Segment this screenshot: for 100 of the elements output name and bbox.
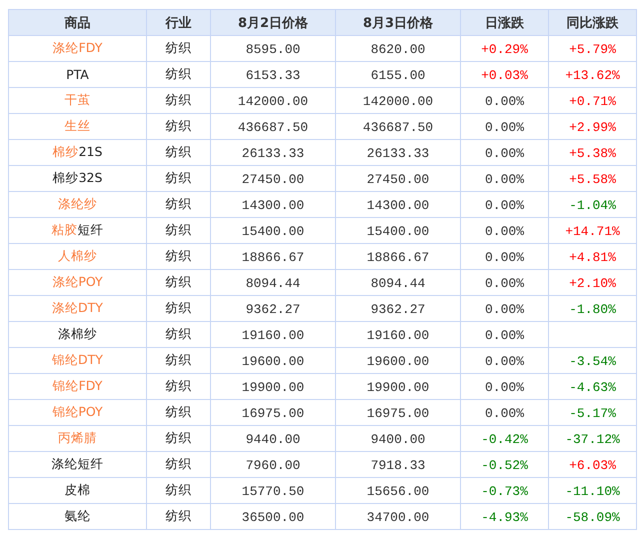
daily-change: 0.00%: [484, 302, 524, 316]
product-link[interactable]: 丙烯腈: [58, 430, 97, 445]
product-link[interactable]: 生丝: [64, 118, 90, 133]
yoy-change: +2.99%: [569, 120, 616, 134]
daily-change: -0.52%: [481, 458, 528, 472]
price-text: 34700.00: [366, 510, 430, 524]
yoy-change: -37.12%: [565, 432, 620, 446]
industry-text: 纺织: [166, 40, 192, 55]
industry-text: 纺织: [166, 456, 192, 471]
yoy-change: -58.09%: [565, 510, 620, 524]
price-text: 142000.00: [238, 94, 308, 108]
daily-change: 0.00%: [484, 250, 524, 264]
yoy-change: -4.63%: [569, 380, 616, 394]
price-text: 19600.00: [242, 354, 304, 368]
industry-text: 纺织: [166, 300, 192, 315]
yoy-change: +5.58%: [569, 172, 616, 186]
daily-change: 0.00%: [484, 172, 524, 186]
price-text: 436687.50: [362, 120, 434, 134]
price-text: 36500.00: [242, 510, 304, 524]
industry-text: 纺织: [166, 196, 192, 211]
industry-text: 纺织: [166, 222, 192, 237]
industry-text: 纺织: [166, 274, 192, 289]
price-text: 14300.00: [366, 198, 430, 212]
price-text: 14300.00: [242, 198, 304, 212]
price-text: 15400.00: [366, 224, 430, 238]
industry-text: 纺织: [166, 378, 192, 393]
price-text: 436687.50: [238, 120, 308, 134]
price-text: 18866.67: [242, 250, 304, 264]
industry-text: 纺织: [166, 404, 192, 419]
product-link[interactable]: 人棉纱: [58, 248, 97, 263]
price-text: 8595.00: [246, 42, 300, 56]
daily-change: 0.00%: [484, 276, 524, 290]
product-name: 涤棉纱: [58, 326, 97, 341]
price-text: 142000.00: [362, 94, 434, 108]
column-header: 8月2日价格: [210, 10, 336, 36]
price-text: 9440.00: [246, 432, 300, 446]
daily-change: 0.00%: [484, 94, 524, 108]
price-text: 15770.50: [242, 484, 304, 498]
price-text: 9362.27: [246, 302, 300, 316]
industry-text: 纺织: [166, 144, 192, 159]
product-link[interactable]: 棉纱: [52, 144, 79, 159]
price-text: 7918.33: [370, 458, 426, 472]
price-text: 19900.00: [366, 380, 430, 394]
daily-change: 0.00%: [484, 224, 524, 238]
price-text: 8094.44: [370, 276, 426, 290]
daily-change: +0.03%: [481, 68, 528, 82]
industry-text: 纺织: [166, 92, 192, 107]
industry-text: 纺织: [166, 248, 192, 263]
price-text: 27450.00: [242, 172, 304, 186]
daily-change: 0.00%: [484, 406, 524, 420]
price-text: 8620.00: [370, 42, 426, 56]
daily-change: 0.00%: [484, 354, 524, 368]
industry-text: 纺织: [166, 326, 192, 341]
yoy-change: -5.17%: [569, 406, 616, 420]
yoy-change: +5.79%: [569, 42, 616, 56]
product-name: 棉纱32S: [52, 170, 102, 185]
yoy-change: -1.80%: [569, 302, 616, 316]
column-header: 行业: [146, 10, 210, 36]
column-header: 商品: [8, 10, 146, 36]
daily-change: -4.93%: [481, 510, 528, 524]
daily-change: -0.42%: [481, 432, 528, 446]
price-text: 9362.27: [370, 302, 426, 316]
yoy-change: +5.38%: [569, 146, 616, 160]
price-text: 15656.00: [366, 484, 430, 498]
industry-text: 纺织: [166, 508, 192, 523]
price-text: 16975.00: [366, 406, 430, 420]
daily-change: -0.73%: [481, 484, 528, 498]
price-text: 19160.00: [366, 328, 430, 342]
column-header: 8月3日价格: [336, 10, 460, 36]
price-text: 19160.00: [242, 328, 304, 342]
price-text: 19600.00: [366, 354, 430, 368]
product-name: 氨纶: [64, 508, 90, 523]
yoy-change: +6.03%: [569, 458, 616, 472]
yoy-change: -11.10%: [565, 484, 620, 498]
product-link[interactable]: 粘胶: [52, 222, 78, 237]
yoy-change: +13.62%: [565, 68, 620, 82]
price-text: 19900.00: [242, 380, 304, 394]
product-link[interactable]: 干茧: [64, 92, 90, 107]
yoy-change: +14.71%: [565, 224, 620, 238]
daily-change: 0.00%: [484, 120, 524, 134]
price-text: 18866.67: [366, 250, 430, 264]
product-name: 皮棉: [64, 482, 90, 497]
price-text: 16975.00: [242, 406, 304, 420]
product-name: PTA: [66, 67, 89, 82]
daily-change: 0.00%: [484, 198, 524, 212]
price-text: 9400.00: [370, 432, 426, 446]
column-header: 日涨跌: [460, 10, 548, 36]
product-name: 短纤: [78, 222, 104, 237]
yoy-change: +4.81%: [569, 250, 616, 264]
yoy-change: +0.71%: [569, 94, 616, 108]
industry-text: 纺织: [166, 170, 192, 185]
price-text: 8094.44: [246, 276, 300, 290]
column-header: 同比涨跌: [548, 10, 636, 36]
industry-text: 纺织: [166, 66, 192, 81]
daily-change: 0.00%: [484, 328, 524, 342]
daily-change: +0.29%: [481, 42, 528, 56]
yoy-change: -1.04%: [569, 198, 616, 212]
industry-text: 纺织: [166, 118, 192, 133]
product-link[interactable]: 涤纶纱: [58, 196, 97, 211]
price-text: 15400.00: [242, 224, 304, 238]
